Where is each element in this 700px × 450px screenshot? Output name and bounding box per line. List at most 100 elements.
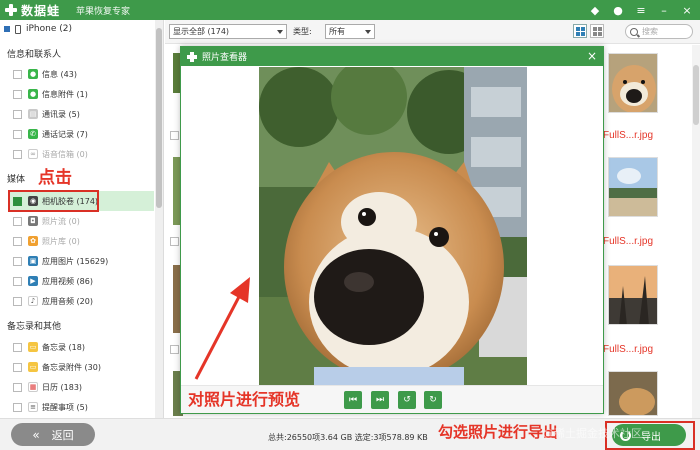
sidebar-item-label: 备忘录 (18): [42, 342, 85, 352]
selection-stats: 总共:26550项3.64 GB 选定:3项578.89 KB: [268, 433, 428, 442]
sidebar-scrollbar[interactable]: [155, 20, 163, 418]
sidebar-item-message-attachments[interactable]: ● 信息附件 (1): [0, 84, 154, 104]
photo-filename: FullS...r.jpg: [603, 344, 654, 355]
thumbnail-checkbox[interactable]: [170, 345, 179, 354]
sidebar-item-label: 应用音频 (20): [42, 296, 93, 306]
app-logo: 数据蛙: [4, 2, 60, 19]
menu-icon[interactable]: ≡: [634, 3, 648, 17]
next-icon[interactable]: ⏭: [371, 391, 389, 409]
sidebar-item-label: 信息 (43): [42, 69, 77, 79]
checkbox[interactable]: [13, 256, 22, 266]
sidebar-item-label: 应用视频 (86): [42, 276, 93, 286]
diamond-icon[interactable]: ◆: [588, 3, 602, 17]
device-checkbox[interactable]: [4, 26, 10, 32]
logo-cross-icon: [4, 3, 18, 17]
photo-thumbnail[interactable]: [608, 265, 658, 325]
photo-thumbnail[interactable]: [608, 53, 658, 113]
notes-icon: ▭: [28, 342, 38, 352]
sidebar-item-photo-library[interactable]: ✿ 照片库 (0): [0, 231, 154, 251]
checkbox[interactable]: [13, 129, 22, 139]
search-icon: [630, 27, 638, 36]
preview-photo: [259, 67, 527, 385]
viewer-logo-icon: [187, 51, 197, 62]
sidebar-item-contacts[interactable]: ▤ 通讯录 (5): [0, 104, 154, 124]
back-button[interactable]: « 返回: [11, 423, 95, 446]
rotate-right-icon[interactable]: ↻: [424, 391, 442, 409]
photo-filename: FullS...r.jpg: [603, 130, 654, 141]
sidebar-item-label: 照片流 (0): [42, 216, 80, 226]
sidebar-item-app-photos[interactable]: ▣ 应用图片 (15629): [0, 251, 154, 271]
checkbox[interactable]: [13, 362, 22, 372]
sidebar-item-label: 照片库 (0): [42, 236, 80, 246]
photo-thumbnail[interactable]: [608, 371, 658, 416]
checkbox[interactable]: [13, 109, 22, 119]
viewer-close-icon[interactable]: ×: [587, 49, 597, 63]
checkbox[interactable]: [13, 382, 22, 392]
sidebar-item-notes-attachments[interactable]: ▭ 备忘录附件 (30): [0, 357, 154, 377]
search-input[interactable]: 搜索: [625, 24, 693, 39]
scrollbar-thumb[interactable]: [693, 65, 699, 125]
device-row[interactable]: iPhone (2): [4, 24, 72, 34]
annotation-arrow: [194, 277, 250, 380]
sidebar-item-app-videos[interactable]: ▶ 应用视频 (86): [0, 271, 154, 291]
content-scrollbar[interactable]: [692, 45, 700, 418]
annotation-preview: 对照片进行预览: [188, 390, 301, 409]
sidebar: iPhone (2) 信息和联系人 ● 信息 (43) ● 信息附件 (1) ▤…: [0, 20, 164, 418]
checkbox[interactable]: [13, 216, 22, 226]
attachment-icon: ●: [28, 89, 38, 99]
previous-icon[interactable]: ⏮: [344, 391, 362, 409]
thumbnail-checkbox[interactable]: [170, 131, 179, 140]
user-icon[interactable]: ●: [611, 3, 625, 17]
app-name: 数据蛙: [21, 3, 61, 18]
photo-library-icon: ✿: [28, 236, 38, 246]
chevron-down-icon: [365, 30, 371, 34]
thumbnail-checkbox[interactable]: [170, 237, 179, 246]
sidebar-item-calendar[interactable]: ▦ 日历 (183): [0, 377, 154, 397]
viewer-title: 照片查看器: [202, 53, 248, 63]
close-icon[interactable]: ×: [680, 3, 694, 17]
phone-icon: [15, 24, 21, 34]
watermark: @稀土掘金技术社区: [543, 427, 642, 440]
section-title-notes: 备忘录和其他: [7, 322, 62, 332]
checkbox[interactable]: [13, 69, 22, 79]
sidebar-item-photo-stream[interactable]: ◘ 照片流 (0): [0, 211, 154, 231]
sidebar-item-reminders[interactable]: ≡ 提醒事项 (5): [0, 397, 154, 417]
sidebar-item-voicemail[interactable]: ∞ 语音信箱 (0): [0, 144, 154, 164]
annotation-select-export: 勾选照片进行导出: [438, 423, 559, 441]
annotation-click: 点击: [38, 168, 72, 188]
minimize-icon[interactable]: –: [657, 3, 671, 17]
chevron-down-icon: [277, 30, 283, 34]
checkbox[interactable]: [13, 89, 22, 99]
type-dropdown[interactable]: 所有: [325, 24, 375, 39]
section-title-messages: 信息和联系人: [7, 50, 62, 60]
sidebar-item-label: 通讯录 (5): [42, 109, 80, 119]
sidebar-item-label: 日历 (183): [42, 382, 83, 392]
checkbox[interactable]: [13, 296, 22, 306]
sidebar-item-label: 备忘录附件 (30): [42, 362, 101, 372]
filter-dropdown[interactable]: 显示全部 (174): [169, 24, 287, 39]
window-controls: ◆ ● ≡ – ×: [588, 3, 694, 17]
checkbox[interactable]: [13, 276, 22, 286]
checkbox[interactable]: [13, 236, 22, 246]
sidebar-item-notes[interactable]: ▭ 备忘录 (18): [0, 337, 154, 357]
sidebar-item-call-history[interactable]: ✆ 通话记录 (7): [0, 124, 154, 144]
section-title-media: 媒体: [7, 175, 26, 185]
sidebar-item-messages[interactable]: ● 信息 (43): [0, 64, 154, 84]
grid-view-icon[interactable]: [573, 24, 587, 38]
filter-value: 显示全部 (174): [173, 27, 230, 36]
music-note-icon: ♪: [28, 296, 38, 306]
checkbox[interactable]: [13, 402, 22, 412]
checkbox[interactable]: [13, 342, 22, 352]
sidebar-item-label: 通话记录 (7): [42, 129, 88, 139]
checkbox[interactable]: [13, 149, 22, 159]
voicemail-icon: ∞: [28, 149, 38, 159]
list-view-icon[interactable]: [590, 24, 604, 38]
sidebar-item-label: 应用图片 (15629): [42, 256, 109, 266]
photo-thumbnail[interactable]: [608, 157, 658, 217]
sidebar-item-label: 提醒事项 (5): [42, 402, 88, 412]
sidebar-item-app-audio[interactable]: ♪ 应用音频 (20): [0, 291, 154, 311]
back-label: 返回: [51, 428, 74, 442]
scrollbar-thumb[interactable]: [156, 28, 162, 208]
rotate-left-icon[interactable]: ↺: [398, 391, 416, 409]
viewer-title-bar: 照片查看器 ×: [181, 47, 603, 66]
